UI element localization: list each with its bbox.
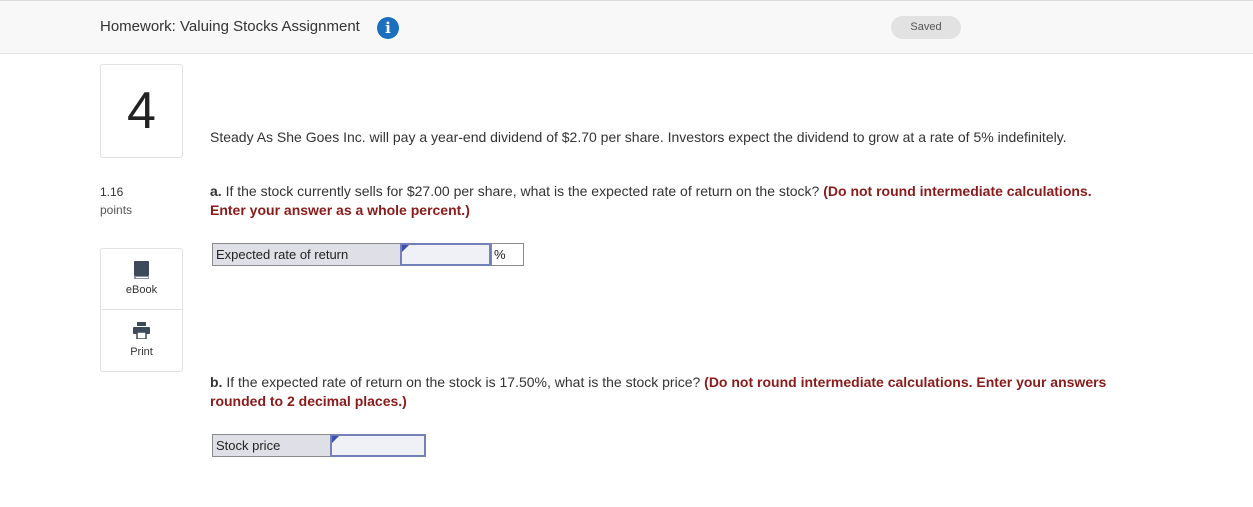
- print-label: Print: [130, 346, 153, 358]
- part-a-prefix: a.: [210, 183, 222, 199]
- points-label: points: [100, 203, 133, 217]
- part-b-text: If the expected rate of return on the st…: [222, 374, 705, 390]
- assignment-header: Homework: Valuing Stocks Assignment i Sa…: [0, 0, 1253, 54]
- info-circle-icon[interactable]: i: [377, 17, 399, 39]
- stock-price-label: Stock price: [212, 434, 331, 457]
- question-number: 4: [127, 82, 156, 140]
- part-a-text: If the stock currently sells for $27.00 …: [221, 183, 824, 199]
- expected-return-input[interactable]: [400, 243, 491, 266]
- part-a-question: a. If the stock currently sells for $27.…: [210, 182, 1120, 220]
- expected-return-label: Expected rate of return: [212, 243, 401, 266]
- ebook-label: eBook: [125, 284, 158, 296]
- points-value: 1.16: [100, 185, 124, 199]
- flag-icon: [402, 245, 409, 252]
- assignment-title: Homework: Valuing Stocks Assignment: [100, 18, 360, 35]
- part-b-prefix: b.: [210, 374, 223, 390]
- ebook-button[interactable]: eBook: [101, 249, 182, 310]
- printer-icon: [133, 322, 150, 339]
- part-b-question: b. If the expected rate of return on the…: [210, 373, 1150, 411]
- question-intro: Steady As She Goes Inc. will pay a year-…: [210, 129, 1067, 145]
- saved-status-badge: Saved: [891, 16, 961, 39]
- stock-price-input[interactable]: [330, 434, 426, 457]
- question-tools: eBook Print: [100, 248, 183, 372]
- flag-icon: [332, 436, 339, 443]
- percent-unit: %: [491, 243, 524, 266]
- question-number-box: 4: [100, 64, 183, 158]
- book-icon: [134, 261, 149, 279]
- print-button[interactable]: Print: [101, 310, 182, 370]
